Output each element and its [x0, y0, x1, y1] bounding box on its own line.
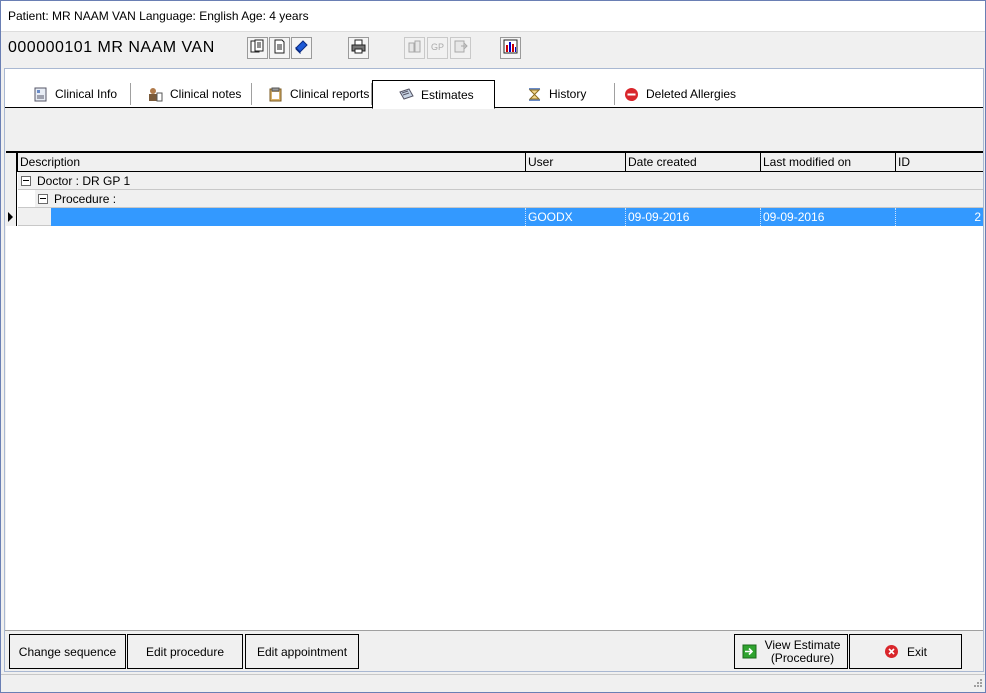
tab-estimates[interactable]: Estimates: [372, 80, 495, 109]
tab-divider: [614, 83, 615, 105]
grid-header: Description User Date created Last modif…: [6, 153, 983, 172]
svg-text:GP: GP: [431, 42, 444, 52]
print-icon: [351, 39, 366, 57]
cell-description: [51, 208, 525, 226]
column-header-user[interactable]: User: [525, 153, 625, 171]
green-arrow-icon: [742, 644, 757, 659]
tab-label: Clinical reports: [290, 87, 370, 101]
cell-user: GOODX: [525, 208, 625, 226]
tab-deleted-allergies[interactable]: Deleted Allergies: [624, 81, 736, 107]
book-icon: [294, 39, 309, 57]
cell-date-created: 09-09-2016: [625, 208, 760, 226]
group-row-procedure[interactable]: Procedure :: [35, 190, 983, 208]
resize-grip-icon[interactable]: [971, 678, 983, 690]
title-bar: Patient: MR NAAM VAN Language: English A…: [1, 1, 985, 32]
main-panel: Clinical Info Clinical notes Clinical re…: [4, 68, 984, 672]
estimates-icon: [399, 87, 414, 102]
table-row[interactable]: GOODX 09-09-2016 09-09-2016 2: [51, 208, 983, 226]
tab-label: Estimates: [421, 87, 474, 102]
chart-button[interactable]: [500, 37, 521, 59]
column-header-last-modified[interactable]: Last modified on: [760, 153, 895, 171]
tab-divider: [130, 83, 131, 105]
tab-label: History: [549, 87, 587, 101]
current-row-arrow-icon: [8, 212, 13, 222]
tab-label: Clinical notes: [170, 87, 242, 101]
view-estimate-label: View Estimate (Procedure): [764, 637, 841, 665]
tab-history[interactable]: History: [527, 81, 586, 107]
copy-doc-button[interactable]: [247, 37, 268, 59]
view-estimate-line2: (Procedure): [770, 650, 835, 665]
exit-button[interactable]: Exit: [849, 634, 962, 669]
gp-button[interactable]: GP: [427, 37, 448, 59]
clinical-info-icon: [33, 87, 48, 102]
clinical-notes-icon: [148, 87, 163, 102]
column-header-id[interactable]: ID: [895, 153, 983, 171]
tab-divider: [251, 83, 252, 105]
collapse-icon[interactable]: [38, 194, 48, 204]
tab-bar: Clinical Info Clinical notes Clinical re…: [5, 69, 983, 109]
tab-clinical-notes[interactable]: Clinical notes: [148, 81, 241, 107]
edit-appointment-button[interactable]: Edit appointment: [245, 634, 359, 669]
cell-last-modified: 09-09-2016: [760, 208, 895, 226]
change-sequence-button[interactable]: Change sequence: [9, 634, 126, 669]
clipboard-icon: [268, 87, 283, 102]
collapse-icon[interactable]: [21, 176, 31, 186]
group-row-doctor[interactable]: Doctor : DR GP 1: [18, 172, 983, 190]
chart-icon: [503, 39, 518, 57]
sort-icon: [407, 39, 422, 57]
toolbar: 000000101 MR NAAM VAN GP: [1, 33, 985, 65]
view-estimate-line1: View Estimate: [764, 637, 841, 652]
tab-label: Clinical Info: [55, 87, 118, 101]
status-bar: [1, 674, 985, 692]
copy-doc-icon: [250, 39, 265, 57]
exit-label: Exit: [906, 644, 927, 659]
tab-label: Deleted Allergies: [646, 87, 737, 101]
group-label: Doctor : DR GP 1: [37, 174, 131, 188]
indent-spacer: [18, 208, 51, 226]
export-icon: [453, 39, 468, 57]
action-bar: Change sequence Edit procedure Edit appo…: [5, 630, 983, 671]
export-button[interactable]: [450, 37, 471, 59]
group-indent: Procedure :: [18, 190, 983, 208]
window-title: Patient: MR NAAM VAN Language: English A…: [8, 9, 309, 23]
hourglass-icon: [527, 87, 542, 102]
no-entry-icon: [624, 87, 639, 102]
tab-clinical-reports[interactable]: Clinical reports: [268, 81, 369, 107]
document-button[interactable]: [269, 37, 290, 59]
sort-button[interactable]: [404, 37, 425, 59]
group-label: Procedure :: [54, 192, 117, 206]
view-estimate-button[interactable]: View Estimate (Procedure): [734, 634, 848, 669]
column-header-date-created[interactable]: Date created: [625, 153, 760, 171]
edit-procedure-button[interactable]: Edit procedure: [127, 634, 243, 669]
exit-icon: [884, 644, 899, 659]
document-icon: [272, 39, 287, 57]
main-window: Patient: MR NAAM VAN Language: English A…: [0, 0, 986, 693]
patient-header: 000000101 MR NAAM VAN: [8, 39, 215, 56]
tab-clinical-info[interactable]: Clinical Info: [33, 81, 117, 107]
filter-strip: [5, 109, 983, 151]
cell-id: 2: [895, 208, 983, 226]
gp-icon: GP: [430, 39, 445, 57]
print-button[interactable]: [348, 37, 369, 59]
column-header-description[interactable]: Description: [17, 153, 525, 171]
book-button[interactable]: [291, 37, 312, 59]
estimates-grid[interactable]: Description User Date created Last modif…: [6, 151, 983, 630]
